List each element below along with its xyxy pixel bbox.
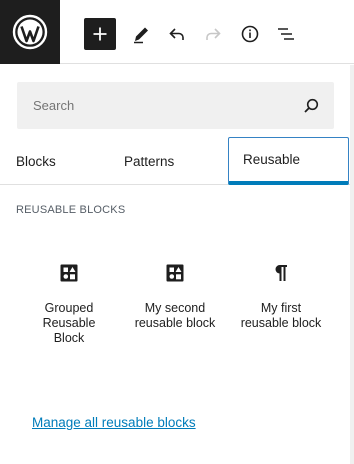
wordpress-icon [12, 14, 48, 50]
block-item-label: Grouped Reusable Block [42, 301, 96, 345]
undo-icon [169, 28, 184, 40]
inserter-tabs: Blocks Patterns Reusable [0, 137, 350, 185]
tools-button[interactable] [125, 18, 157, 50]
panel-scrollbar[interactable] [350, 65, 354, 464]
search-box [17, 82, 334, 129]
info-icon [241, 25, 259, 43]
list-view-button[interactable] [270, 18, 302, 50]
list-view-icon [278, 28, 294, 40]
redo-icon [206, 28, 221, 40]
paragraph-icon [271, 263, 291, 283]
tab-patterns[interactable]: Patterns [124, 137, 174, 185]
block-item-label: My first reusable block [240, 301, 322, 330]
block-item-my-second-reusable[interactable]: My second reusable block [120, 257, 230, 357]
block-item-grouped-reusable[interactable]: Grouped Reusable Block [14, 257, 124, 357]
tab-reusable[interactable]: Reusable [228, 137, 349, 185]
undo-button[interactable] [161, 18, 193, 50]
block-item-label: My second reusable block [134, 301, 216, 330]
editor-header [0, 0, 354, 64]
reusable-block-icon [165, 263, 185, 283]
plus-icon [93, 27, 107, 41]
search-icon[interactable] [302, 97, 320, 115]
pencil-icon [134, 27, 148, 44]
tab-blocks[interactable]: Blocks [16, 137, 56, 185]
wordpress-logo-button[interactable] [0, 0, 60, 64]
block-item-my-first-reusable[interactable]: My first reusable block [226, 257, 336, 357]
redo-button[interactable] [197, 18, 229, 50]
block-inserter-panel: Blocks Patterns Reusable REUSABLE BLOCKS… [0, 65, 350, 464]
search-input[interactable] [17, 82, 297, 129]
details-button[interactable] [234, 18, 266, 50]
add-block-button[interactable] [84, 18, 116, 50]
section-title: REUSABLE BLOCKS [16, 204, 126, 216]
manage-reusable-blocks-link[interactable]: Manage all reusable blocks [32, 415, 196, 430]
reusable-block-icon [59, 263, 79, 283]
